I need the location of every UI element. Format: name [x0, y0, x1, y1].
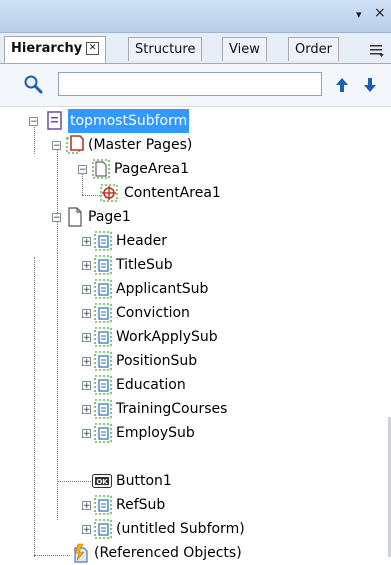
expand-toggle[interactable]: +	[82, 429, 91, 439]
tree-node-page-area[interactable]: − PageArea1	[0, 157, 391, 181]
tree-node-page1[interactable]: − Page1	[0, 205, 391, 229]
tree-node-subform[interactable]: + TrainingCourses	[0, 397, 391, 421]
tab-structure[interactable]: Structure	[128, 37, 203, 61]
page-area-icon	[92, 159, 110, 179]
tree-node-label: WorkApplySub	[116, 329, 218, 345]
tree-node-label: RefSub	[116, 497, 166, 513]
tree-node-label: Page1	[88, 209, 131, 225]
tree-node-ref-sub[interactable]: + RefSub	[0, 493, 391, 517]
hierarchy-tree: − topmostSubform − (Master Pages) − Page…	[0, 107, 391, 563]
tree-node-label: (Referenced Objects)	[94, 545, 242, 561]
search-input[interactable]	[58, 72, 322, 96]
subform-root-icon	[47, 111, 62, 130]
tree-node-label: (untitled Subform)	[116, 521, 245, 537]
find-next-arrow-icon[interactable]	[362, 76, 378, 94]
tab-structure-label: Structure	[135, 42, 196, 57]
tree-node-label: EmploySub	[116, 425, 195, 441]
collapse-toggle[interactable]: −	[29, 117, 38, 127]
tree-node-label: Conviction	[116, 305, 190, 321]
tree-node-label: topmostSubform	[68, 109, 190, 133]
button-field-icon: OK	[92, 474, 112, 488]
subform-icon	[94, 495, 112, 515]
tab-order-label: Order	[295, 42, 332, 57]
tab-bar: Hierarchy ✕ Structure View Order	[0, 33, 391, 64]
expand-toggle[interactable]: +	[82, 333, 91, 343]
tree-node-subform[interactable]: + TitleSub	[0, 253, 391, 277]
tree-node-label: Button1	[116, 473, 172, 489]
tree-node-label: Education	[116, 377, 186, 393]
tree-node-subform[interactable]: + Header	[0, 229, 391, 253]
subform-icon	[94, 519, 112, 539]
content-area-icon	[100, 184, 118, 202]
collapse-toggle[interactable]: −	[52, 213, 61, 223]
tree-node-subform[interactable]: + Conviction	[0, 301, 391, 325]
panel-options-menu-icon[interactable]	[369, 43, 385, 57]
subform-icon	[94, 327, 112, 347]
tab-order[interactable]: Order	[288, 37, 339, 61]
master-pages-icon	[66, 135, 84, 154]
expand-toggle[interactable]: +	[82, 237, 91, 247]
tree-node-label: TrainingCourses	[116, 401, 228, 417]
tree-node-subform[interactable]: + EmploySub	[0, 421, 391, 445]
find-previous-arrow-icon[interactable]	[334, 76, 350, 94]
tree-node-label: Header	[116, 233, 167, 249]
tree-node-untitled-subform[interactable]: + (untitled Subform)	[0, 517, 391, 541]
subform-icon	[94, 279, 112, 299]
search-toolbar	[0, 64, 391, 107]
expand-toggle[interactable]: +	[82, 501, 91, 511]
tab-view-label: View	[229, 42, 260, 57]
expand-toggle[interactable]: +	[82, 381, 91, 391]
tab-hierarchy-label: Hierarchy	[11, 41, 83, 56]
tree-node-topmost-subform[interactable]: − topmostSubform	[0, 109, 391, 133]
expand-toggle[interactable]: +	[82, 357, 91, 367]
tree-node-subform[interactable]: + Education	[0, 373, 391, 397]
panel-menu-dropdown-icon[interactable]: ▾	[356, 9, 362, 21]
tree-node-subform[interactable]: + PositionSub	[0, 349, 391, 373]
tree-node-label: PositionSub	[116, 353, 198, 369]
tree-node-content-area[interactable]: ContentArea1	[0, 181, 391, 205]
subform-icon	[94, 423, 112, 443]
tree-node-label: ContentArea1	[124, 185, 221, 201]
tree-node-master-pages[interactable]: − (Master Pages)	[0, 133, 391, 157]
expand-toggle[interactable]: +	[82, 525, 91, 535]
tree-node-label: ApplicantSub	[116, 281, 209, 297]
tree-node-button1[interactable]: OK Button1	[0, 469, 391, 493]
referenced-objects-icon	[74, 543, 88, 563]
expand-toggle[interactable]: +	[82, 261, 91, 271]
subform-icon	[94, 399, 112, 419]
panel-title-bar: ▾ ×	[0, 0, 391, 33]
search-icon[interactable]	[23, 74, 43, 94]
subform-icon	[94, 351, 112, 371]
collapse-toggle[interactable]: −	[78, 165, 87, 175]
expand-toggle[interactable]: +	[82, 309, 91, 319]
expand-toggle[interactable]: +	[82, 405, 91, 415]
tab-hierarchy[interactable]: Hierarchy ✕	[4, 36, 107, 63]
subform-icon	[94, 375, 112, 395]
tree-node-label: PageArea1	[114, 161, 190, 177]
tab-view[interactable]: View	[222, 37, 267, 61]
tree-node-subform[interactable]: + WorkApplySub	[0, 325, 391, 349]
tree-node-subform[interactable]: + ApplicantSub	[0, 277, 391, 301]
expand-toggle[interactable]: +	[82, 285, 91, 295]
svg-text:OK: OK	[96, 478, 108, 486]
panel-close-icon[interactable]: ×	[374, 6, 386, 20]
subform-icon	[94, 255, 112, 275]
subform-icon	[94, 303, 112, 323]
collapse-toggle[interactable]: −	[52, 141, 61, 151]
tree-node-label: TitleSub	[116, 257, 173, 273]
tab-close-icon[interactable]: ✕	[86, 42, 100, 55]
page-icon	[68, 207, 82, 227]
tree-node-referenced-objects[interactable]: (Referenced Objects)	[0, 541, 391, 565]
subform-icon	[94, 231, 112, 251]
tree-node-label: (Master Pages)	[88, 137, 193, 153]
